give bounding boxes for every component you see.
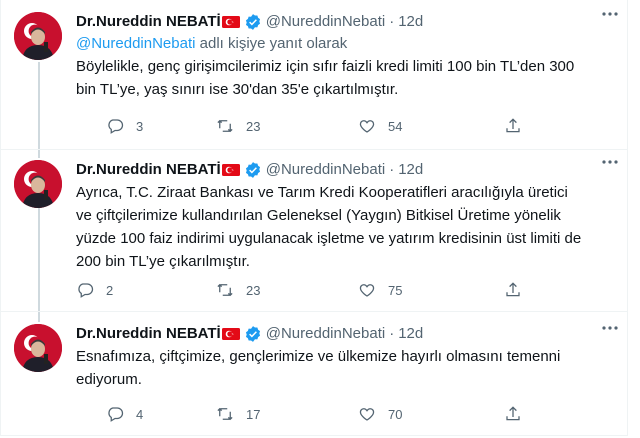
retweet-count: 17 bbox=[246, 406, 261, 422]
retweet-count: 23 bbox=[246, 118, 261, 134]
author-handle[interactable]: @NureddinNebati bbox=[266, 324, 385, 344]
like-count: 54 bbox=[388, 118, 403, 134]
author-name[interactable]: Dr.Nureddin NEBATİ bbox=[76, 324, 221, 344]
like-count: 70 bbox=[388, 406, 403, 422]
reply-icon bbox=[108, 407, 124, 422]
avatar[interactable] bbox=[14, 324, 62, 372]
retweet-count: 23 bbox=[246, 282, 261, 298]
tweet-timestamp[interactable]: 12d bbox=[398, 12, 423, 32]
tweet-timestamp[interactable]: 12d bbox=[398, 160, 423, 180]
reply-icon bbox=[108, 119, 124, 134]
tweet-timestamp[interactable]: 12d bbox=[398, 324, 423, 344]
turkish-flag-icon bbox=[221, 328, 240, 340]
author-handle[interactable]: @NureddinNebati bbox=[266, 160, 385, 180]
tweet-actions: 3 23 54 bbox=[76, 116, 520, 136]
turkish-flag-icon bbox=[221, 16, 240, 28]
share-icon bbox=[506, 282, 520, 297]
tweet-content: Dr.Nureddin NEBATİ @NureddinNebati · 12d… bbox=[76, 160, 616, 273]
like-button[interactable]: 70 bbox=[358, 404, 402, 424]
retweet-button[interactable]: 23 bbox=[216, 280, 260, 300]
tweet-header: Dr.Nureddin NEBATİ @NureddinNebati · 12d bbox=[76, 160, 616, 180]
like-button[interactable]: 54 bbox=[358, 116, 402, 136]
verified-badge-icon bbox=[245, 326, 260, 342]
tweet-2[interactable]: Dr.Nureddin NEBATİ @NureddinNebati · 12d… bbox=[1, 150, 628, 312]
like-icon bbox=[359, 120, 375, 133]
author-name[interactable]: Dr.Nureddin NEBATİ bbox=[76, 160, 221, 180]
reply-button[interactable]: 3 bbox=[106, 116, 143, 136]
like-icon bbox=[359, 284, 375, 297]
tweet-text: Esnafımıza, çiftçimize, gençlerimize ve … bbox=[76, 348, 561, 388]
reply-count: 2 bbox=[106, 282, 114, 298]
share-button[interactable] bbox=[504, 404, 522, 424]
separator-dot: · bbox=[389, 325, 395, 342]
tweet-text: Böylelikle, genç girişimcilerimiz için s… bbox=[76, 58, 575, 98]
tweet-thread: Dr.Nureddin NEBATİ @NureddinNebati · 12d… bbox=[0, 0, 628, 436]
retweet-button[interactable]: 17 bbox=[216, 404, 260, 424]
tweet-3[interactable]: Dr.Nureddin NEBATİ @NureddinNebati · 12d… bbox=[1, 312, 628, 436]
like-icon bbox=[359, 408, 375, 421]
separator-dot: · bbox=[389, 13, 395, 30]
tweet-text: Ayrıca, T.C. Ziraat Bankası ve Tarım Kre… bbox=[76, 184, 582, 270]
tweet-header: Dr.Nureddin NEBATİ @NureddinNebati · 12d bbox=[76, 12, 616, 32]
tweet-content: Dr.Nureddin NEBATİ @NureddinNebati · 12d… bbox=[76, 324, 616, 391]
replying-mention-link[interactable]: @NureddinNebati bbox=[76, 35, 195, 52]
like-count: 75 bbox=[388, 282, 403, 298]
author-handle[interactable]: @NureddinNebati bbox=[266, 12, 385, 32]
tweet-content: Dr.Nureddin NEBATİ @NureddinNebati · 12d… bbox=[76, 12, 616, 101]
share-icon bbox=[506, 118, 520, 133]
reply-count: 4 bbox=[136, 406, 144, 422]
avatar[interactable] bbox=[14, 160, 62, 208]
replying-suffix: adlı kişiye yanıt olarak bbox=[195, 35, 348, 52]
retweet-icon bbox=[217, 283, 233, 297]
like-button[interactable]: 75 bbox=[358, 280, 402, 300]
reply-button[interactable]: 4 bbox=[106, 404, 143, 424]
verified-badge-icon bbox=[245, 14, 260, 30]
retweet-icon bbox=[217, 407, 233, 421]
retweet-icon bbox=[217, 119, 233, 133]
tweet-actions: 4 17 70 bbox=[76, 404, 520, 424]
turkish-flag-icon bbox=[221, 164, 240, 176]
share-button[interactable] bbox=[504, 280, 522, 300]
reply-button[interactable]: 2 bbox=[76, 280, 113, 300]
reply-count: 3 bbox=[136, 118, 144, 134]
avatar[interactable] bbox=[14, 12, 62, 60]
tweet-actions: 2 23 75 bbox=[76, 280, 520, 300]
replying-to: @NureddinNebati adlı kişiye yanıt olarak bbox=[76, 34, 616, 54]
tweet-1[interactable]: Dr.Nureddin NEBATİ @NureddinNebati · 12d… bbox=[1, 0, 628, 150]
tweet-header: Dr.Nureddin NEBATİ @NureddinNebati · 12d bbox=[76, 324, 616, 344]
separator-dot: · bbox=[389, 161, 395, 178]
reply-icon bbox=[78, 283, 94, 298]
author-name[interactable]: Dr.Nureddin NEBATİ bbox=[76, 12, 221, 32]
retweet-button[interactable]: 23 bbox=[216, 116, 260, 136]
verified-badge-icon bbox=[245, 162, 260, 178]
share-icon bbox=[506, 406, 520, 421]
share-button[interactable] bbox=[504, 116, 522, 136]
